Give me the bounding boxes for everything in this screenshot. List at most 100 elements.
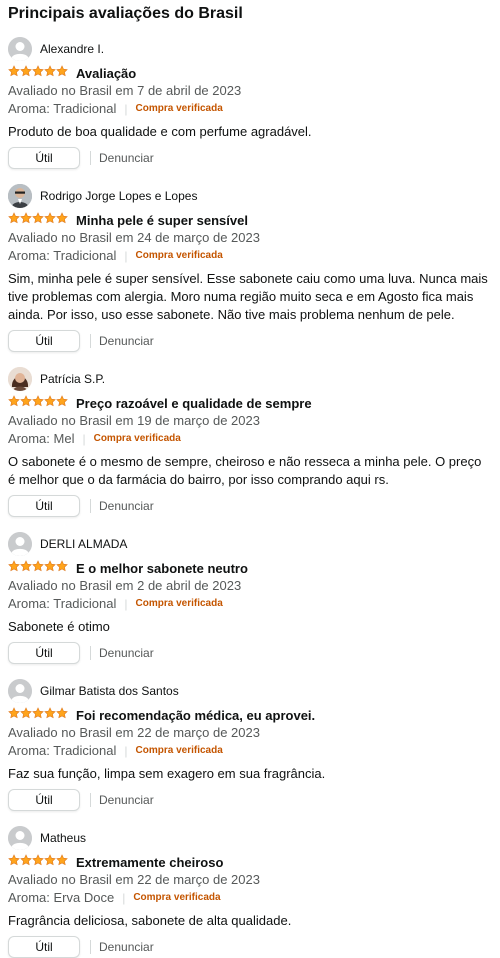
review-date: Avaliado no Brasil em 24 de março de 202… — [8, 230, 260, 245]
review-date: Avaliado no Brasil em 2 de abril de 2023 — [8, 578, 242, 593]
review-body: Sabonete é otimo — [8, 619, 110, 634]
star-icon — [56, 394, 68, 412]
star-rating[interactable] — [8, 394, 68, 412]
rating-row: Avaliação — [8, 65, 492, 81]
photo-man-icon — [8, 184, 32, 208]
helpful-button[interactable]: Útil — [8, 642, 80, 664]
variant-label[interactable]: Aroma: Tradicional — [8, 596, 116, 612]
star-icon — [8, 394, 20, 412]
review-meta: Aroma: Tradicional | Compra verificada — [8, 248, 492, 264]
meta-divider: | — [124, 597, 128, 611]
star-icon — [8, 64, 20, 82]
review-date: Avaliado no Brasil em 22 de março de 202… — [8, 872, 260, 887]
review-actions: Útil Denunciar — [8, 642, 492, 664]
verified-badge[interactable]: Compra verificada — [133, 890, 220, 906]
star-icon — [32, 64, 44, 82]
reviewer-profile[interactable]: Matheus — [8, 825, 492, 851]
reviewer-profile[interactable]: Patrícia S.P. — [8, 366, 492, 392]
reviewer-name: Gilmar Batista dos Santos — [40, 684, 179, 698]
photo-woman-icon — [8, 367, 32, 391]
reviewer-name: Patrícia S.P. — [40, 372, 106, 386]
report-link[interactable]: Denunciar — [99, 940, 154, 954]
reviews-page: Principais avaliações do Brasil Alexandr… — [0, 0, 500, 958]
review-title[interactable]: Foi recomendação médica, eu aprovei. — [76, 708, 315, 723]
star-icon — [56, 706, 68, 724]
review-title[interactable]: Preço razoável e qualidade de sempre — [76, 396, 312, 411]
star-icon — [20, 394, 32, 412]
star-icon — [32, 706, 44, 724]
star-icon — [56, 853, 68, 871]
actions-divider — [90, 151, 91, 165]
actions-divider — [90, 940, 91, 954]
actions-divider — [90, 334, 91, 348]
reviewer-name: Matheus — [40, 831, 87, 845]
actions-divider — [90, 499, 91, 513]
review-title[interactable]: E o melhor sabonete neutro — [76, 561, 248, 576]
helpful-button[interactable]: Útil — [8, 936, 80, 958]
reviewer-name: DERLI ALMADA — [40, 537, 128, 551]
review-body: Fragrância deliciosa, sabonete de alta q… — [8, 913, 292, 928]
star-icon — [32, 211, 44, 229]
review-body: Sim, minha pele é super sensível. Esse s… — [8, 271, 488, 322]
review-title[interactable]: Avaliação — [76, 66, 136, 81]
helpful-button[interactable]: Útil — [8, 147, 80, 169]
report-link[interactable]: Denunciar — [99, 793, 154, 807]
rating-row: E o melhor sabonete neutro — [8, 560, 492, 576]
actions-divider — [90, 793, 91, 807]
variant-label[interactable]: Aroma: Tradicional — [8, 101, 116, 117]
review-meta: Aroma: Mel | Compra verificada — [8, 431, 492, 447]
star-rating[interactable] — [8, 559, 68, 577]
verified-badge[interactable]: Compra verificada — [136, 101, 223, 117]
helpful-button[interactable]: Útil — [8, 789, 80, 811]
variant-label[interactable]: Aroma: Mel — [8, 431, 74, 447]
star-icon — [44, 211, 56, 229]
verified-badge[interactable]: Compra verificada — [94, 431, 181, 447]
review-meta: Aroma: Tradicional | Compra verificada — [8, 596, 492, 612]
review-meta: Aroma: Tradicional | Compra verificada — [8, 101, 492, 117]
star-icon — [32, 853, 44, 871]
meta-divider: | — [82, 432, 86, 446]
variant-label[interactable]: Aroma: Tradicional — [8, 248, 116, 264]
default-avatar-icon — [8, 532, 32, 556]
variant-label[interactable]: Aroma: Erva Doce — [8, 890, 114, 906]
rating-row: Foi recomendação médica, eu aprovei. — [8, 707, 492, 723]
star-icon — [8, 853, 20, 871]
star-rating[interactable] — [8, 64, 68, 82]
review-actions: Útil Denunciar — [8, 330, 492, 352]
star-icon — [32, 394, 44, 412]
report-link[interactable]: Denunciar — [99, 334, 154, 348]
review-item: Patrícia S.P. Preço razoável e qualidade… — [8, 366, 492, 517]
verified-badge[interactable]: Compra verificada — [136, 248, 223, 264]
star-icon — [8, 706, 20, 724]
default-avatar-icon — [8, 37, 32, 61]
reviewer-profile[interactable]: Alexandre I. — [8, 36, 492, 62]
star-icon — [56, 64, 68, 82]
report-link[interactable]: Denunciar — [99, 646, 154, 660]
variant-label[interactable]: Aroma: Tradicional — [8, 743, 116, 759]
star-icon — [20, 559, 32, 577]
star-rating[interactable] — [8, 211, 68, 229]
report-link[interactable]: Denunciar — [99, 499, 154, 513]
star-icon — [56, 559, 68, 577]
reviewer-profile[interactable]: Gilmar Batista dos Santos — [8, 678, 492, 704]
review-title[interactable]: Minha pele é super sensível — [76, 213, 248, 228]
rating-row: Minha pele é super sensível — [8, 212, 492, 228]
review-body: Produto de boa qualidade e com perfume a… — [8, 124, 312, 139]
star-icon — [44, 394, 56, 412]
star-rating[interactable] — [8, 706, 68, 724]
reviewer-profile[interactable]: Rodrigo Jorge Lopes e Lopes — [8, 183, 492, 209]
verified-badge[interactable]: Compra verificada — [136, 743, 223, 759]
review-body: Faz sua função, limpa sem exagero em sua… — [8, 766, 326, 781]
star-icon — [20, 64, 32, 82]
helpful-button[interactable]: Útil — [8, 495, 80, 517]
report-link[interactable]: Denunciar — [99, 151, 154, 165]
review-item: Rodrigo Jorge Lopes e Lopes Minha pele é… — [8, 183, 492, 352]
helpful-button[interactable]: Útil — [8, 330, 80, 352]
review-date: Avaliado no Brasil em 22 de março de 202… — [8, 725, 260, 740]
section-heading: Principais avaliações do Brasil — [8, 5, 243, 22]
review-actions: Útil Denunciar — [8, 789, 492, 811]
review-title[interactable]: Extremamente cheiroso — [76, 855, 223, 870]
star-rating[interactable] — [8, 853, 68, 871]
verified-badge[interactable]: Compra verificada — [136, 596, 223, 612]
reviewer-profile[interactable]: DERLI ALMADA — [8, 531, 492, 557]
